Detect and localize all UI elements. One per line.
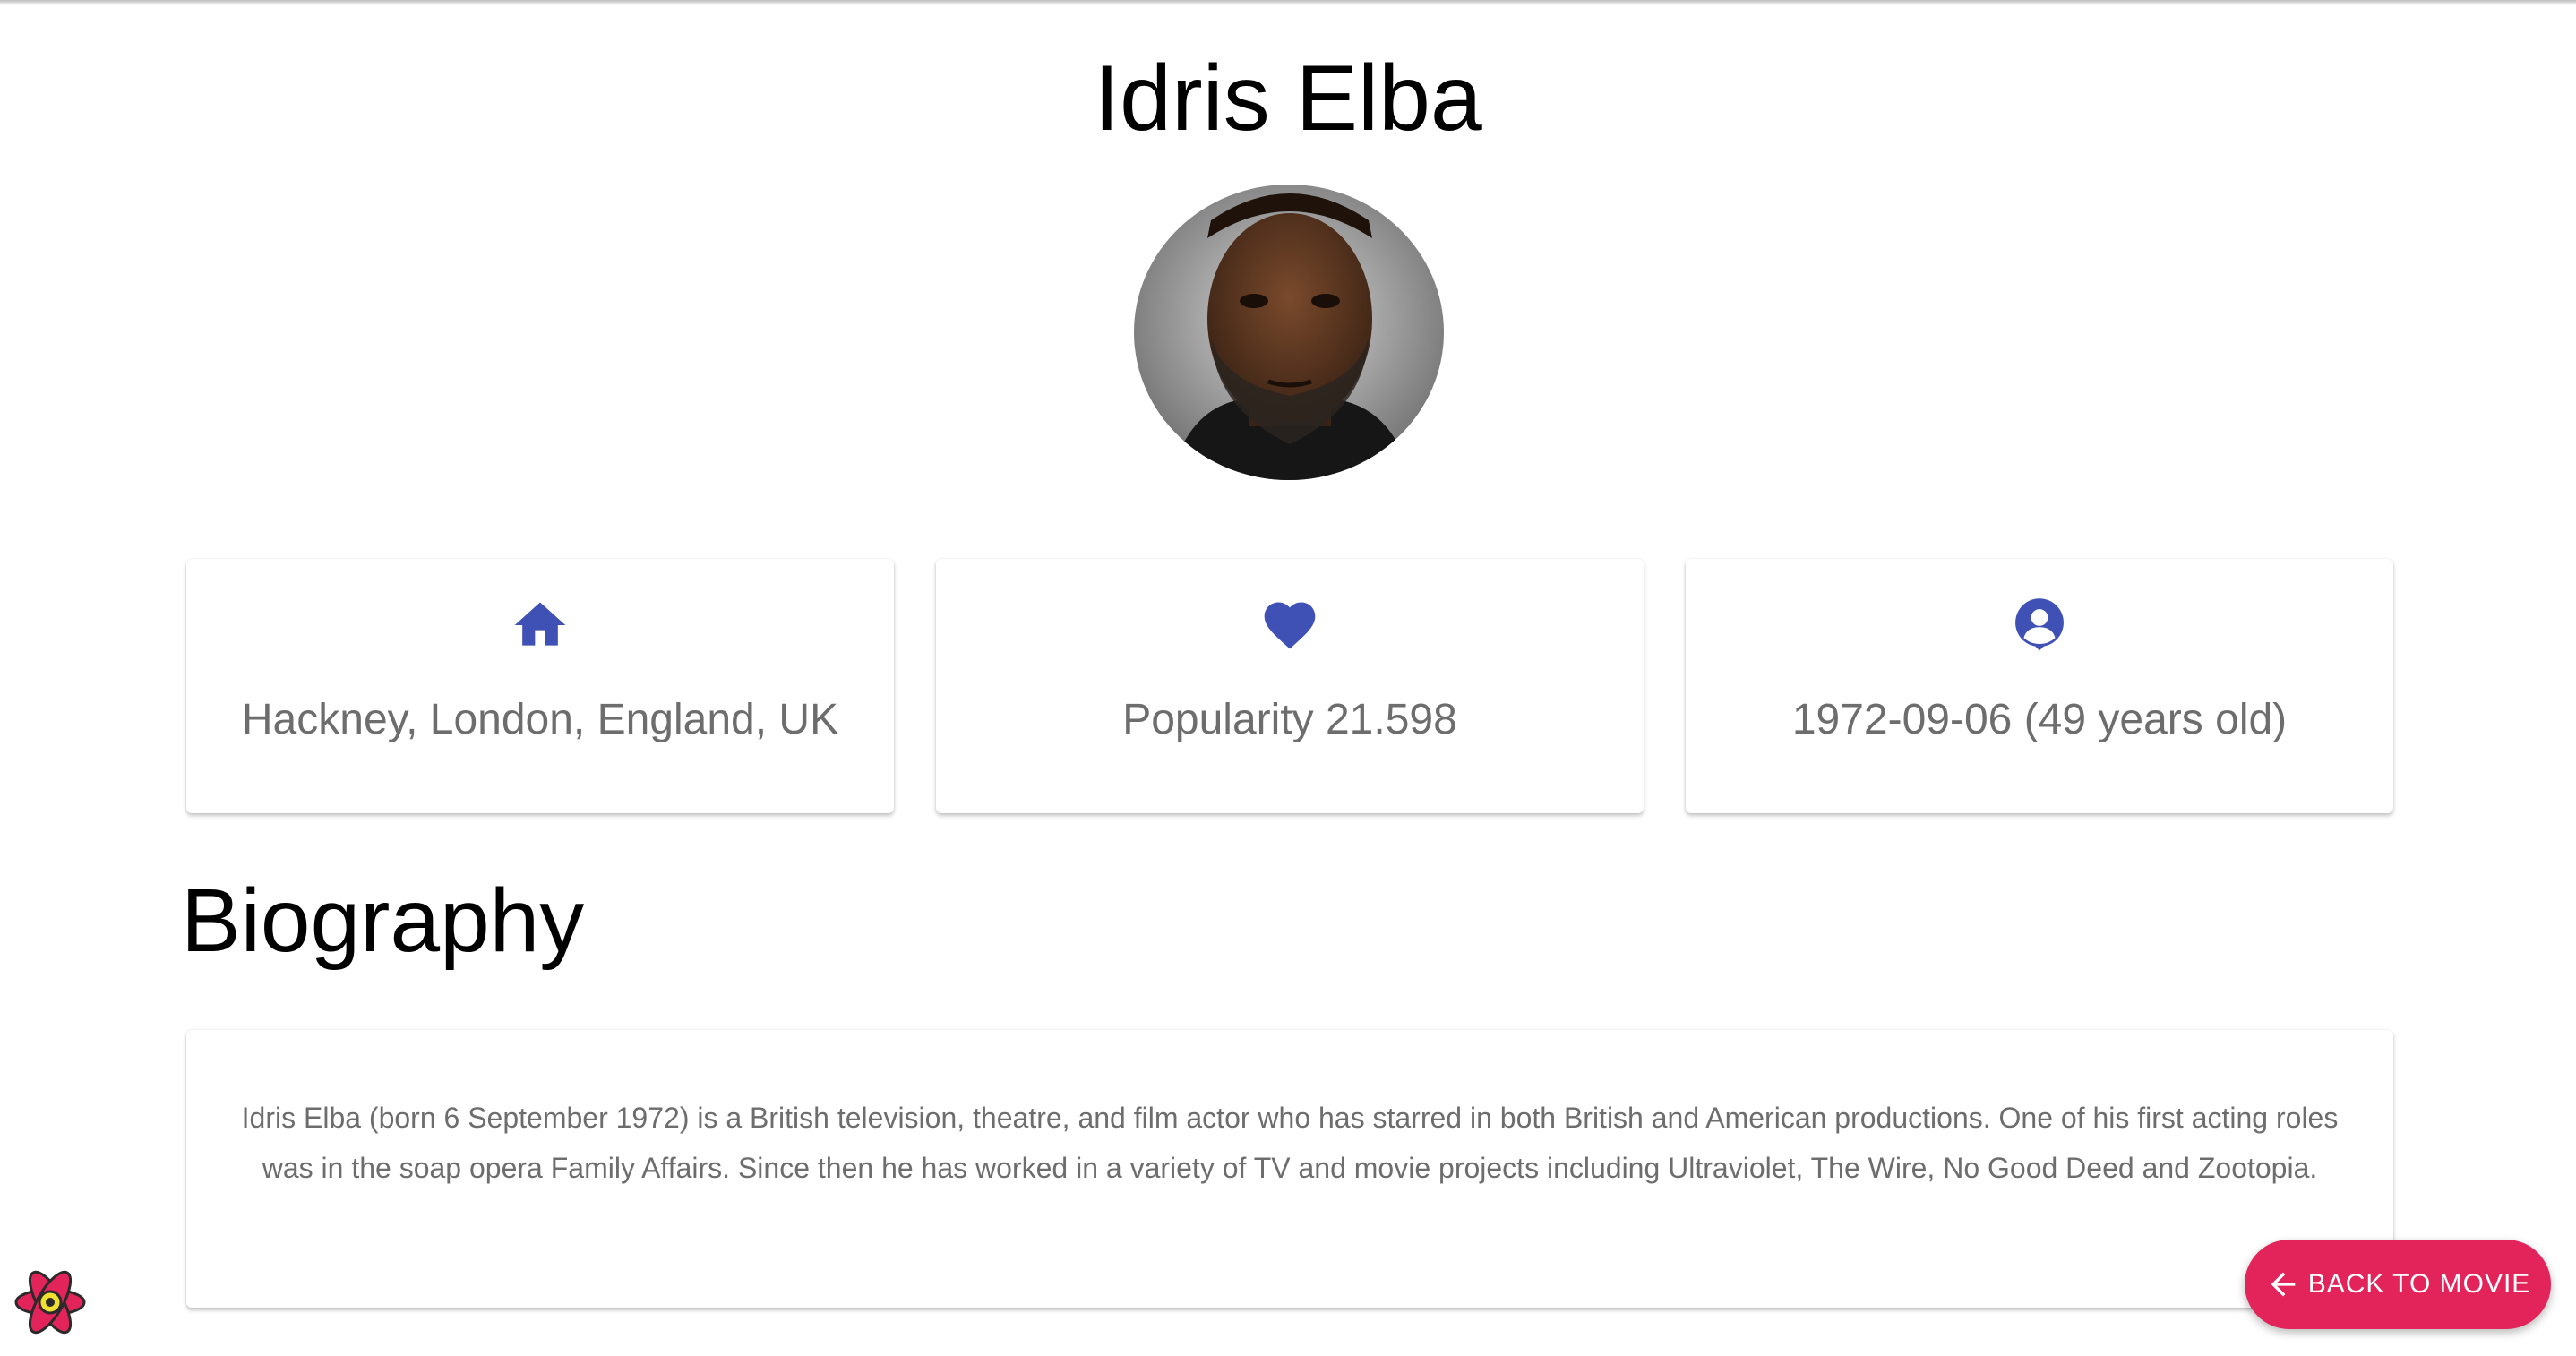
back-to-movie-label: BACK TO MOVIE: [2307, 1269, 2531, 1299]
arrow-left-icon: [2271, 1272, 2296, 1297]
top-border: [0, 0, 2576, 5]
home-icon: [514, 602, 566, 646]
account-circle-icon: [2015, 598, 2064, 651]
biography-heading: Biography: [181, 871, 585, 971]
react-devtools-icon[interactable]: [13, 1265, 88, 1340]
birthplace-text: Hackney, London, England, UK: [241, 696, 839, 743]
birthplace-card: Hackney, London, England, UK: [186, 559, 894, 813]
birthday-card: 1972-09-06 (49 years old): [1686, 559, 2393, 813]
popularity-text: Popularity 21.598: [1122, 696, 1457, 743]
profile-photo: [1134, 185, 1444, 480]
biography-card: Idris Elba (born 6 September 1972) is a …: [186, 1030, 2393, 1308]
biography-text: Idris Elba (born 6 September 1972) is a …: [241, 1102, 2339, 1184]
person-name: Idris Elba: [1094, 47, 1482, 150]
heart-icon: [1264, 602, 1316, 649]
back-to-movie-button[interactable]: BACK TO MOVIE: [2245, 1240, 2551, 1329]
birthday-text: 1972-09-06 (49 years old): [1791, 696, 2288, 743]
popularity-card: Popularity 21.598: [936, 559, 1644, 813]
